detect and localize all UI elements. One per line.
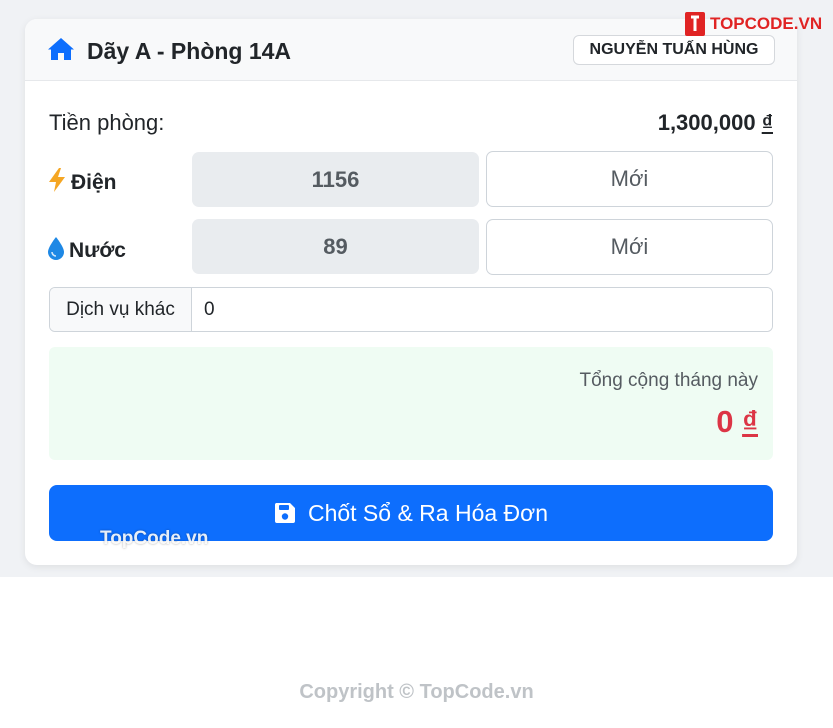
watermark-text: TopCode.vn xyxy=(100,528,209,549)
electric-new-input[interactable] xyxy=(486,151,773,207)
water-label-text: Nước xyxy=(69,239,126,262)
monthly-total-label: Tổng cộng tháng này xyxy=(579,370,758,391)
brand-logo-text: TOPCODE.VN xyxy=(710,14,823,33)
monthly-total-box: Tổng cộng tháng này 0 ₫ xyxy=(49,347,773,460)
room-title: Dãy A - Phòng 14A xyxy=(87,38,292,64)
water-label: Nước xyxy=(47,236,126,264)
other-services-label: Dịch vụ khác xyxy=(50,288,192,331)
lightning-icon xyxy=(49,168,65,192)
tenant-badge: NGUYỄN TUẤN HÙNG xyxy=(573,35,775,65)
room-card: Dãy A - Phòng 14A NGUYỄN TUẤN HÙNG Tiền … xyxy=(25,19,797,565)
home-icon xyxy=(48,38,74,60)
electric-old-reading: 1156 xyxy=(192,152,479,207)
copyright-text: Copyright © TopCode.vn xyxy=(299,681,534,703)
brand-logo: TOPCODE.VN xyxy=(684,10,822,38)
water-old-reading: 89 xyxy=(192,219,479,274)
water-drop-icon xyxy=(48,237,64,260)
rent-amount: 1,300,000 xyxy=(657,110,756,135)
electric-label-text: Điện xyxy=(71,171,117,194)
card-header: Dãy A - Phòng 14A NGUYỄN TUẤN HÙNG xyxy=(25,19,797,81)
other-services-group: Dịch vụ khác xyxy=(49,287,773,332)
monthly-total-amount: 0 xyxy=(716,404,734,439)
close-book-invoice-label: Chốt Sổ & Ra Hóa Đơn xyxy=(307,499,549,526)
brand-logo-icon xyxy=(685,12,705,36)
monthly-total-value: 0 ₫ xyxy=(716,404,758,440)
water-new-input[interactable] xyxy=(486,219,773,275)
rent-currency: ₫ xyxy=(761,110,773,135)
floppy-disk-icon xyxy=(274,503,295,523)
electric-label: Điện xyxy=(47,168,117,196)
other-services-input[interactable] xyxy=(192,288,772,331)
monthly-total-currency: ₫ xyxy=(742,404,758,439)
rent-label: Tiền phòng: xyxy=(49,110,165,135)
rent-value: 1,300,000 ₫ xyxy=(658,110,773,136)
